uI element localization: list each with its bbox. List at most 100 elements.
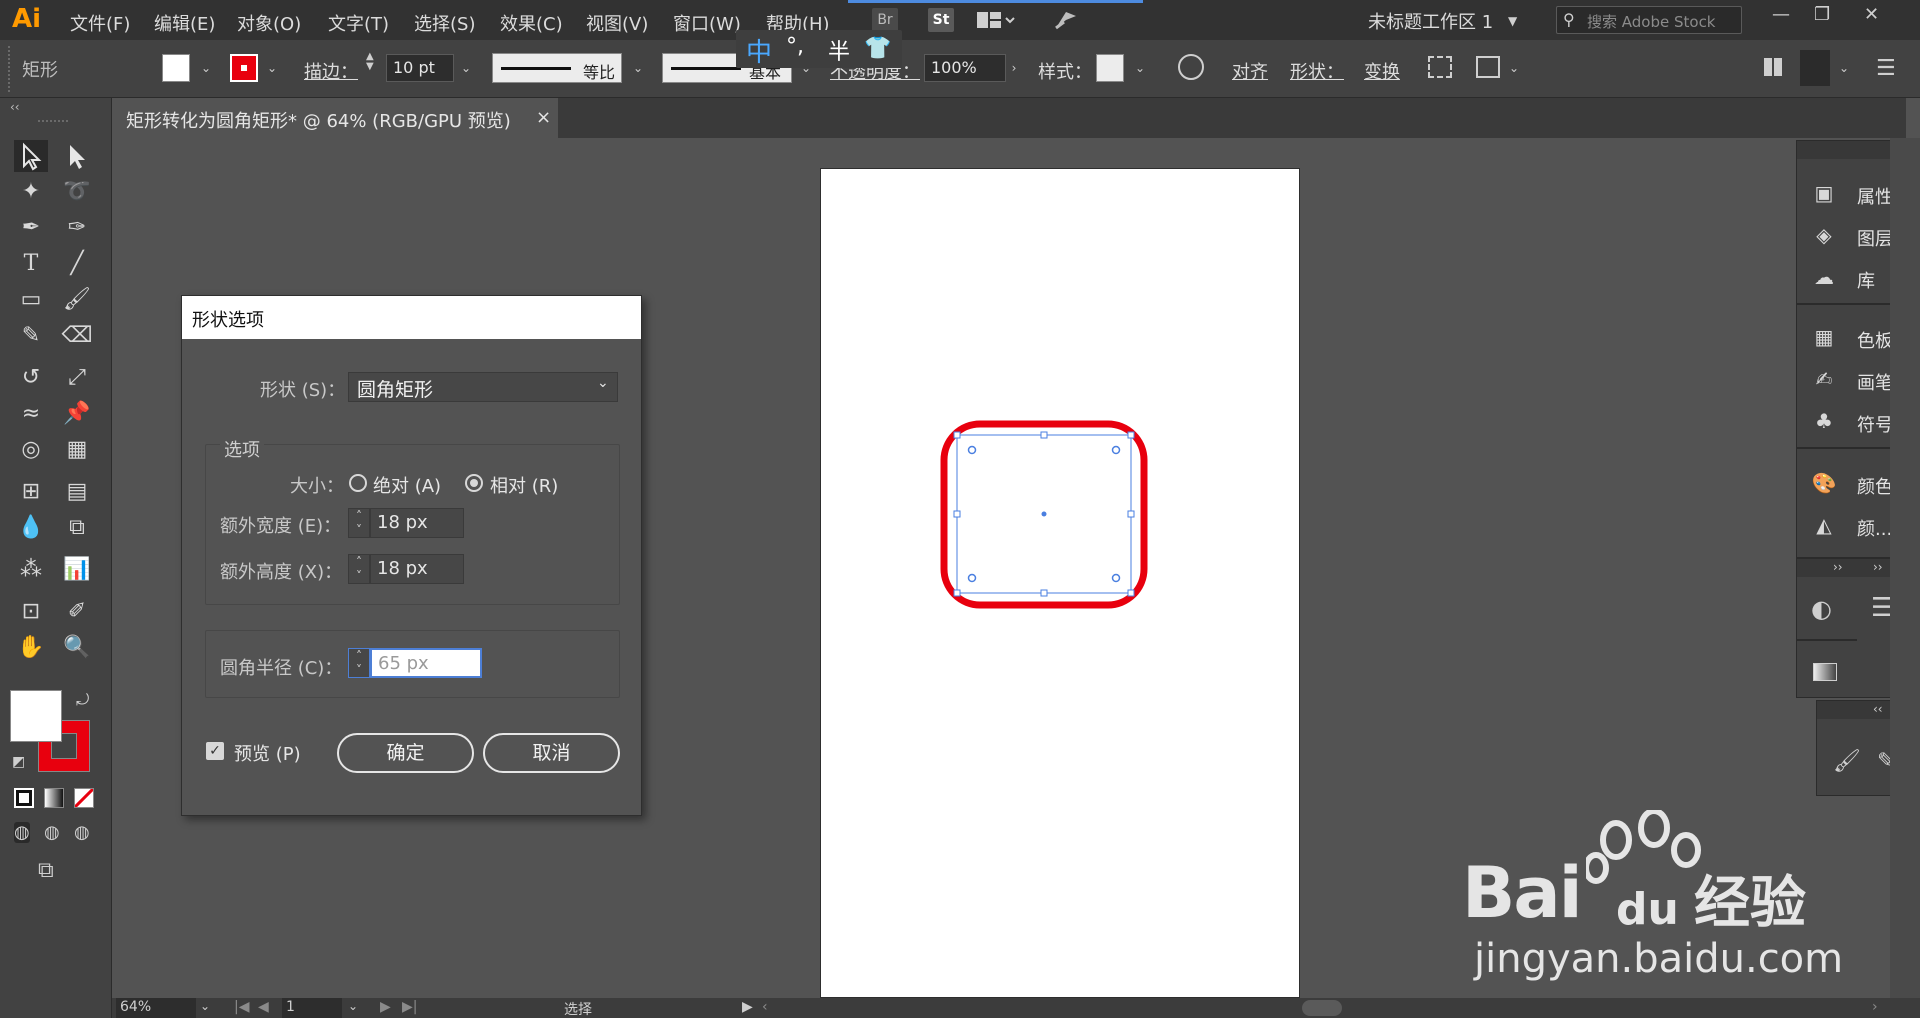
corner-radius-stepper[interactable]: ˄ ˅ (348, 648, 370, 678)
rounded-rectangle-artwork[interactable] (940, 420, 1152, 610)
stroke-label[interactable]: 描边： (304, 58, 358, 84)
profile-dropdown[interactable]: ⌄ (628, 54, 648, 82)
preview-checkbox[interactable]: ✓ (206, 742, 224, 760)
shaper-tool-icon[interactable]: ✎ (14, 320, 48, 352)
prev-artboard-icon[interactable]: ◀ (258, 999, 269, 1015)
stock-search[interactable]: ⚲ 搜索 Adobe Stock (1556, 6, 1742, 34)
scale-tool-icon[interactable]: ⤢ (60, 362, 94, 394)
ime-width[interactable]: 半 (828, 34, 850, 66)
draw-normal-icon[interactable]: ◍ (14, 822, 30, 843)
artboard-dropdown-icon[interactable]: ⌄ (348, 999, 358, 1013)
collapse-panels-icon[interactable]: ›› (1873, 560, 1883, 574)
variable-width-profile[interactable]: 等比 (492, 53, 622, 83)
expand-panels-icon[interactable]: ‹‹ (1873, 702, 1883, 716)
puppet-warp-tool-icon[interactable]: 📌 (60, 398, 94, 430)
gradient-mode-icon[interactable] (44, 788, 64, 808)
shape-builder-tool-icon[interactable]: ◎ (14, 434, 48, 466)
document-tab[interactable]: 矩形转化为圆角矩形* @ 64% (RGB/GPU 预览) × (112, 98, 558, 138)
eraser-tool-icon[interactable]: ⌫ (60, 320, 94, 352)
draw-inside-icon[interactable]: ◍ (74, 822, 90, 843)
relative-radio-label[interactable]: 相对 (R) (490, 472, 558, 498)
stroke-swatch-dropdown[interactable]: ⌄ (262, 54, 282, 82)
panel-toggle-icon[interactable] (1800, 50, 1830, 86)
absolute-radio-label[interactable]: 绝对 (A) (373, 472, 441, 498)
control-menu-icon[interactable]: ☰ (1876, 56, 1896, 81)
column-graph-tool-icon[interactable]: 📊 (60, 554, 94, 586)
type-tool-icon[interactable]: T (14, 248, 48, 280)
gradient-tool-icon[interactable]: ▤ (60, 476, 94, 508)
close-icon[interactable]: ✕ (1864, 4, 1879, 25)
absolute-radio[interactable] (349, 474, 367, 492)
symbol-sprayer-tool-icon[interactable]: ⁂ (14, 554, 48, 586)
ime-skin-icon[interactable]: 👕 (864, 36, 891, 61)
close-tab-icon[interactable]: × (536, 107, 551, 128)
transparency-icon[interactable]: ◐ (1811, 595, 1832, 623)
transform-link[interactable]: 变换 (1364, 58, 1400, 84)
stroke-weight-field[interactable]: 10 pt (386, 54, 454, 82)
style-dropdown[interactable]: ⌄ (1130, 54, 1150, 82)
stroke-weight-dropdown[interactable]: ⌄ (456, 54, 476, 82)
transform-again-icon[interactable] (1476, 56, 1500, 78)
mesh-tool-icon[interactable]: ⊞ (14, 476, 48, 508)
shape-select[interactable]: 圆角矩形 ⌄ (348, 372, 618, 402)
line-tool-icon[interactable]: ╱ (60, 248, 94, 280)
transform-dropdown[interactable]: ⌄ (1504, 54, 1524, 82)
panel-toggle-dropdown[interactable]: ⌄ (1834, 54, 1854, 82)
corner-radius-field[interactable]: 65 px (370, 648, 482, 678)
menu-select[interactable]: 选择(S) (414, 10, 475, 36)
artboard-number-field[interactable]: 1 (282, 998, 342, 1018)
gpu-performance-icon[interactable] (1052, 8, 1080, 37)
selection-tool-icon[interactable] (14, 140, 48, 172)
chevron-down-icon[interactable]: ▼ (1508, 14, 1517, 28)
stock-button[interactable]: St (928, 8, 954, 32)
hand-tool-icon[interactable]: ✋ (14, 632, 48, 664)
extra-width-stepper[interactable]: ˄ ˅ (348, 508, 370, 538)
graphic-style-swatch[interactable] (1096, 54, 1124, 82)
stroke-swatch[interactable] (230, 54, 258, 82)
last-artboard-icon[interactable]: ▶| (402, 999, 417, 1015)
status-menu-arrow-icon[interactable]: ▶ (742, 999, 753, 1015)
zoom-field[interactable]: 64% (116, 998, 196, 1018)
rotate-tool-icon[interactable]: ↺ (14, 362, 48, 394)
minimize-icon[interactable]: — (1772, 4, 1790, 25)
lasso-tool-icon[interactable]: ➰ (60, 176, 94, 208)
fill-color-box-front[interactable] (10, 690, 62, 742)
dialog-title-bar[interactable]: 形状选项 (182, 296, 641, 339)
slice-tool-icon[interactable]: ✐ (60, 596, 94, 628)
eyedropper-tool-icon[interactable]: 💧 (14, 512, 48, 544)
horizontal-scroll-thumb[interactable] (1302, 1000, 1342, 1016)
menu-window[interactable]: 窗口(W) (673, 10, 741, 36)
align-link[interactable]: 对齐 (1232, 58, 1268, 84)
vertical-scrollbar[interactable] (1890, 138, 1920, 998)
extra-height-field[interactable]: 18 px (370, 554, 464, 584)
extra-width-field[interactable]: 18 px (370, 508, 464, 538)
zoom-tool-icon[interactable]: 🔍 (60, 632, 94, 664)
cancel-button[interactable]: 取消 (483, 733, 620, 773)
ime-language[interactable]: 中 (746, 32, 772, 69)
color-mode-icon[interactable] (14, 788, 34, 808)
menu-view[interactable]: 视图(V) (586, 10, 648, 36)
magic-wand-tool-icon[interactable]: ✦ (14, 176, 48, 208)
ok-button[interactable]: 确定 (337, 733, 474, 773)
extra-height-stepper[interactable]: ˄ ˅ (348, 554, 370, 584)
relative-radio[interactable] (465, 474, 483, 492)
bridge-button[interactable]: Br (872, 8, 898, 32)
rectangle-tool-icon[interactable]: ▭ (14, 284, 48, 316)
shape-link[interactable]: 形状： (1290, 58, 1344, 84)
warp-tool-icon[interactable]: ≈ (14, 398, 48, 430)
next-artboard-icon[interactable]: ▶ (380, 999, 391, 1015)
scroll-left-icon[interactable]: ‹ (762, 999, 768, 1015)
recolor-artwork-icon[interactable] (1178, 54, 1204, 80)
arrange-icon[interactable] (1764, 58, 1782, 76)
artboard-tool-icon[interactable]: ⊡ (14, 596, 48, 628)
paintbrush-tool-icon[interactable]: 🖌 (60, 284, 94, 316)
first-artboard-icon[interactable]: |◀ (234, 999, 249, 1015)
fill-dropdown[interactable]: ⌄ (196, 54, 216, 82)
zoom-dropdown-icon[interactable]: ⌄ (200, 999, 210, 1013)
menu-effect[interactable]: 效果(C) (500, 10, 563, 36)
menu-object[interactable]: 对象(O) (237, 10, 301, 36)
default-colors-icon[interactable]: ◩ (12, 754, 25, 770)
draw-behind-icon[interactable]: ◍ (44, 822, 60, 843)
menu-file[interactable]: 文件(F) (70, 10, 130, 36)
fill-swatch[interactable] (162, 54, 190, 82)
